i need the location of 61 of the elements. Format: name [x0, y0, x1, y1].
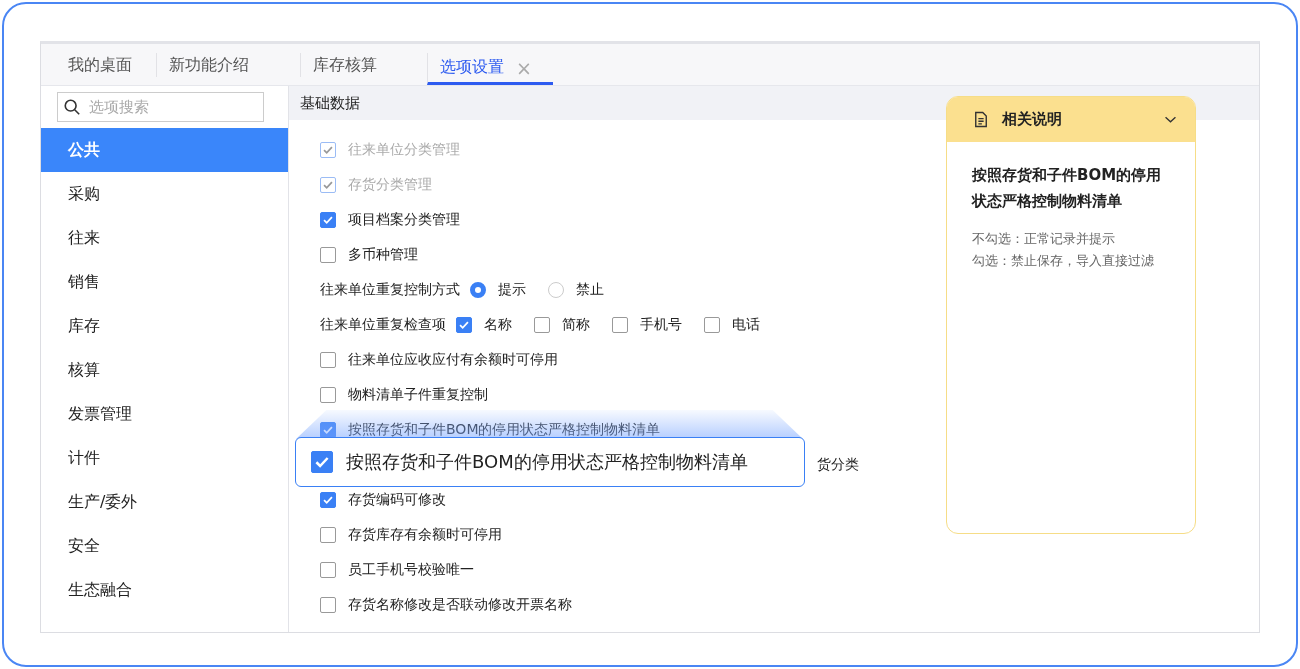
- checkbox[interactable]: [456, 316, 472, 333]
- radio-button[interactable]: [548, 281, 564, 298]
- sidebar-item[interactable]: 公共: [41, 128, 288, 172]
- radio-button[interactable]: [470, 281, 486, 298]
- sidebar-item[interactable]: 生态融合: [41, 568, 288, 612]
- tab[interactable]: 库存核算: [300, 53, 427, 77]
- checkbox[interactable]: [612, 316, 628, 333]
- checkbox[interactable]: [320, 351, 336, 368]
- sidebar-item[interactable]: 安全: [41, 524, 288, 568]
- checkbox[interactable]: [320, 386, 336, 403]
- sidebar-item[interactable]: 往来: [41, 216, 288, 260]
- radio-label: 禁止: [576, 280, 604, 299]
- option-label: 往来单位重复控制方式: [320, 280, 460, 299]
- option-label: 往来单位应收应付有余额时可停用: [348, 350, 558, 369]
- option-label: 物料清单子件重复控制: [348, 385, 488, 404]
- option-label: 项目档案分类管理: [348, 210, 460, 229]
- tab[interactable]: 我的桌面: [56, 53, 156, 77]
- chevron-icon[interactable]: [1164, 115, 1177, 124]
- option-label: 存货库存有余额时可停用: [348, 525, 502, 544]
- option-label: 多币种管理: [348, 245, 418, 264]
- tab[interactable]: 新功能介绍: [156, 53, 300, 77]
- sidebar-item[interactable]: 发票管理: [41, 392, 288, 436]
- checkbox-label: 简称: [562, 315, 590, 334]
- checkbox[interactable]: [320, 526, 336, 543]
- checkbox[interactable]: [320, 561, 336, 578]
- help-title: 相关说明: [1002, 110, 1063, 129]
- checkbox[interactable]: [320, 421, 336, 438]
- sidebar-item[interactable]: 生产/委外: [41, 480, 288, 524]
- option-label: 存货编码可修改: [348, 490, 446, 509]
- help-text: 不勾选：正常记录并提示: [972, 230, 1116, 248]
- sidebar-item[interactable]: 计件: [41, 436, 288, 480]
- search-field[interactable]: 选项搜索: [57, 92, 264, 122]
- radio-label: 提示: [498, 280, 526, 299]
- checkbox[interactable]: [320, 596, 336, 613]
- checkbox[interactable]: [320, 491, 336, 508]
- option-label: 按照存货和子件BOM的停用状态严格控制物料清单: [348, 420, 661, 439]
- option-label: 货分类: [817, 455, 859, 474]
- checkbox-label: 手机号: [640, 315, 682, 334]
- sidebar-item[interactable]: 库存: [41, 304, 288, 348]
- checkbox[interactable]: [320, 246, 336, 263]
- option-label: 存货分类管理: [348, 175, 432, 194]
- sidebar-item[interactable]: 销售: [41, 260, 288, 304]
- checkbox[interactable]: [320, 211, 336, 228]
- option-label: 往来单位重复检查项: [320, 315, 446, 334]
- sidebar-item[interactable]: 采购: [41, 172, 288, 216]
- checkbox-label: 名称: [484, 315, 512, 334]
- checkbox[interactable]: [534, 316, 550, 333]
- checkbox[interactable]: [704, 316, 720, 333]
- checkbox-label: 电话: [732, 315, 760, 334]
- search-icon: [63, 98, 81, 116]
- option-label: 员工手机号校验唯一: [348, 560, 474, 579]
- document-icon: [974, 111, 988, 128]
- checkbox[interactable]: [311, 451, 333, 473]
- option-label: 存货名称修改是否联动修改开票名称: [348, 595, 572, 614]
- section-title: 基础数据: [300, 93, 360, 113]
- option-label: 往来单位分类管理: [348, 140, 460, 159]
- help-text: 勾选：禁止保存，导入直接过滤: [972, 252, 1155, 270]
- sidebar-item[interactable]: 核算: [41, 348, 288, 392]
- help-panel-header[interactable]: 相关说明: [947, 97, 1195, 142]
- help-heading: 按照存货和子件BOM的停用状态严格控制物料清单: [972, 165, 1163, 212]
- option-label: 按照存货和子件BOM的停用状态严格控制物料清单: [346, 450, 748, 474]
